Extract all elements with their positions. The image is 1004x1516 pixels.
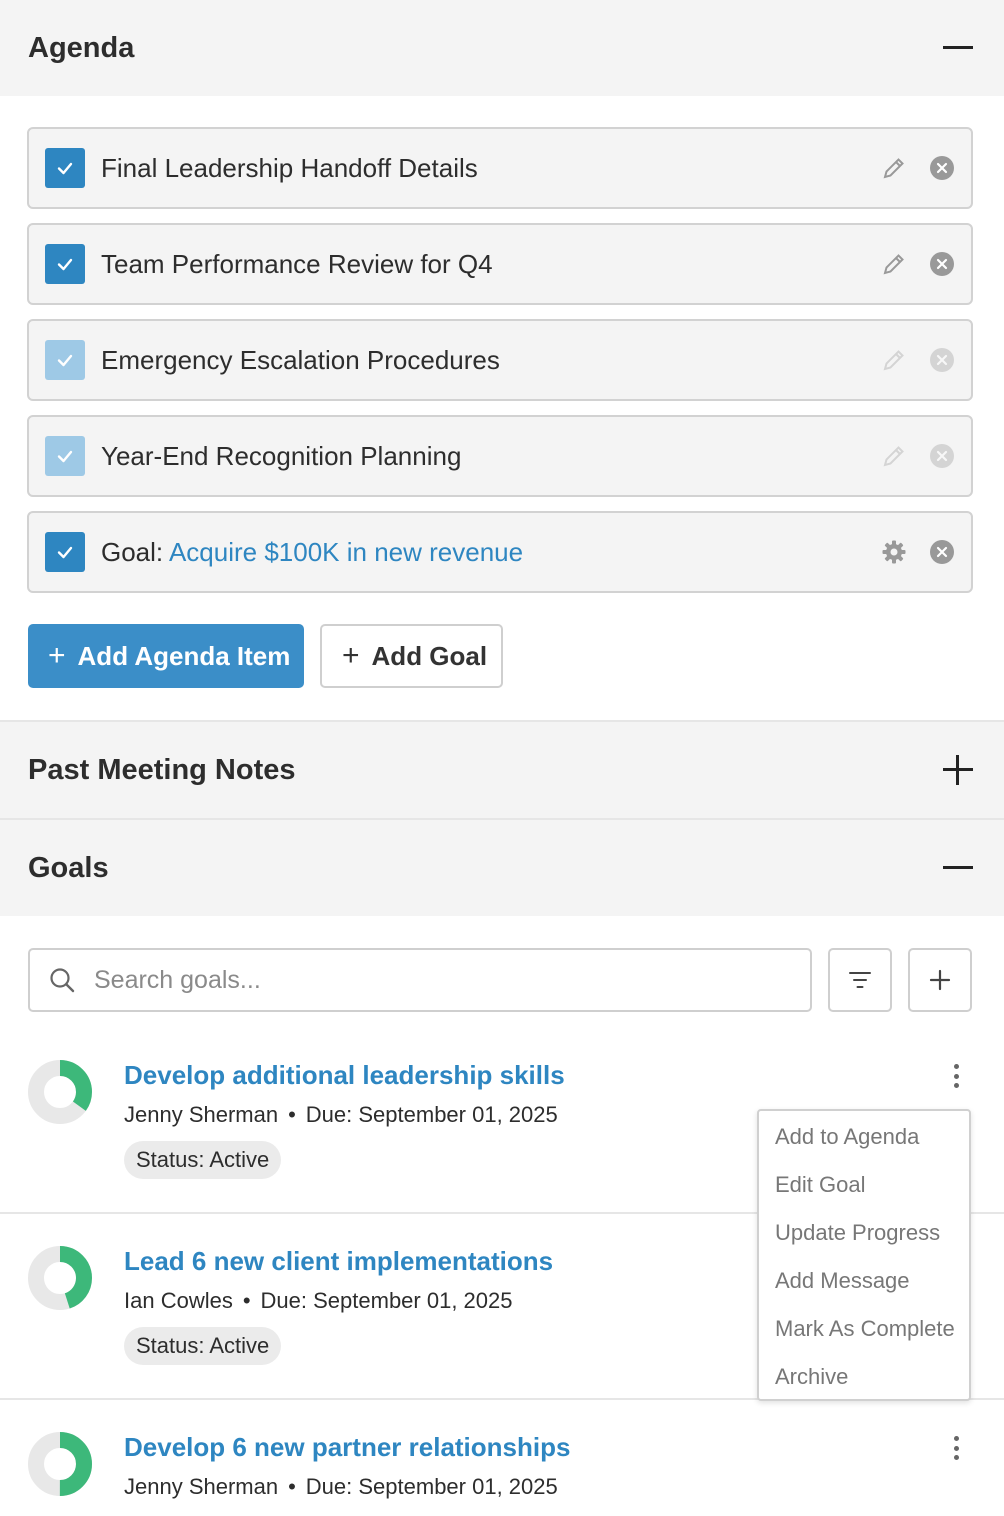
agenda-checkbox[interactable]	[45, 340, 85, 380]
goal-due: Due: September 01, 2025	[305, 1474, 558, 1499]
gear-icon[interactable]	[881, 539, 907, 565]
agenda-item[interactable]: Final Leadership Handoff Details	[27, 127, 973, 209]
plus-icon: +	[48, 639, 66, 672]
progress-donut	[28, 1432, 92, 1496]
agenda-item-label: Emergency Escalation Procedures	[101, 344, 500, 375]
agenda-item-label: Year-End Recognition Planning	[101, 440, 462, 471]
more-options-icon[interactable]	[944, 1061, 968, 1091]
status-badge: Status: Active	[124, 1141, 282, 1179]
add-goal-label: Add Goal	[371, 640, 488, 671]
status-badge: Status: Active	[124, 1327, 282, 1365]
edit-pencil-icon[interactable]	[881, 443, 907, 469]
goal-owner: Jenny Sherman	[124, 1474, 279, 1499]
goal-meta: Jenny Sherman • Due: September 01, 2025	[124, 1102, 558, 1127]
remove-circle-icon[interactable]	[929, 251, 955, 277]
add-agenda-item-label: Add Agenda Item	[77, 640, 291, 671]
menu-item-add-message[interactable]: Add Message	[759, 1257, 969, 1305]
collapse-icon[interactable]	[940, 30, 976, 66]
agenda-goal-item[interactable]: Goal: Acquire $100K in new revenue	[27, 511, 973, 593]
goal-owner: Ian Cowles	[124, 1288, 233, 1313]
search-goals-field[interactable]	[28, 948, 812, 1012]
goal-link[interactable]: Acquire $100K in new revenue	[169, 537, 523, 567]
collapse-icon[interactable]	[940, 850, 976, 886]
more-options-icon[interactable]	[944, 1433, 968, 1463]
remove-circle-icon[interactable]	[929, 443, 955, 469]
menu-item-mark-complete[interactable]: Mark As Complete	[759, 1305, 969, 1353]
goal-title[interactable]: Develop 6 new partner relationships	[124, 1432, 570, 1463]
progress-donut	[28, 1246, 92, 1310]
agenda-item-label: Final Leadership Handoff Details	[101, 152, 478, 183]
check-icon	[57, 354, 73, 367]
goals-header[interactable]: Goals	[0, 820, 1004, 916]
agenda-goal-label: Goal: Acquire $100K in new revenue	[101, 537, 881, 568]
add-agenda-item-button[interactable]: + Add Agenda Item	[28, 624, 304, 688]
add-goal-icon-button[interactable]	[908, 948, 972, 1012]
past-notes-header[interactable]: Past Meeting Notes	[0, 722, 1004, 818]
expand-icon[interactable]	[940, 752, 976, 788]
goal-title[interactable]: Develop additional leadership skills	[124, 1060, 565, 1091]
check-icon	[57, 162, 73, 175]
goal-due: Due: September 01, 2025	[260, 1288, 513, 1313]
agenda-checkbox[interactable]	[45, 532, 85, 572]
agenda-item[interactable]: Team Performance Review for Q4	[27, 223, 973, 305]
goal-meta: Jenny Sherman • Due: September 01, 2025	[124, 1474, 558, 1499]
goals-title: Goals	[28, 851, 109, 884]
edit-pencil-icon[interactable]	[881, 155, 907, 181]
filter-button[interactable]	[828, 948, 892, 1012]
check-icon	[57, 258, 73, 271]
menu-item-archive[interactable]: Archive	[759, 1353, 969, 1401]
remove-circle-icon[interactable]	[929, 539, 955, 565]
goal-meta: Ian Cowles • Due: September 01, 2025	[124, 1288, 513, 1313]
goal-title[interactable]: Lead 6 new client implementations	[124, 1246, 553, 1277]
agenda-item[interactable]: Year-End Recognition Planning	[27, 415, 973, 497]
search-input[interactable]	[94, 965, 734, 995]
menu-item-edit-goal[interactable]: Edit Goal	[759, 1161, 969, 1209]
plus-icon: +	[342, 639, 360, 672]
goal-prefix: Goal:	[101, 536, 164, 567]
goal-due: Due: September 01, 2025	[305, 1102, 558, 1127]
agenda-title: Agenda	[28, 31, 135, 64]
agenda-checkbox[interactable]	[45, 436, 85, 476]
progress-donut	[28, 1060, 92, 1124]
menu-item-add-to-agenda[interactable]: Add to Agenda	[759, 1113, 969, 1161]
search-icon	[50, 968, 75, 993]
past-notes-title: Past Meeting Notes	[28, 753, 296, 786]
goal-owner: Jenny Sherman	[124, 1102, 279, 1127]
plus-icon	[929, 969, 951, 991]
agenda-header[interactable]: Agenda	[0, 0, 1004, 96]
check-icon	[57, 450, 73, 463]
agenda-checkbox[interactable]	[45, 244, 85, 284]
edit-pencil-icon[interactable]	[881, 347, 907, 373]
agenda-checkbox[interactable]	[45, 148, 85, 188]
agenda-item[interactable]: Emergency Escalation Procedures	[27, 319, 973, 401]
edit-pencil-icon[interactable]	[881, 251, 907, 277]
remove-circle-icon[interactable]	[929, 155, 955, 181]
goal-context-menu: Add to Agenda Edit Goal Update Progress …	[757, 1109, 971, 1401]
check-icon	[57, 546, 73, 559]
remove-circle-icon[interactable]	[929, 347, 955, 373]
add-goal-button[interactable]: + Add Goal	[320, 624, 503, 688]
menu-item-update-progress[interactable]: Update Progress	[759, 1209, 969, 1257]
filter-icon	[849, 972, 871, 988]
agenda-item-label: Team Performance Review for Q4	[101, 248, 493, 279]
